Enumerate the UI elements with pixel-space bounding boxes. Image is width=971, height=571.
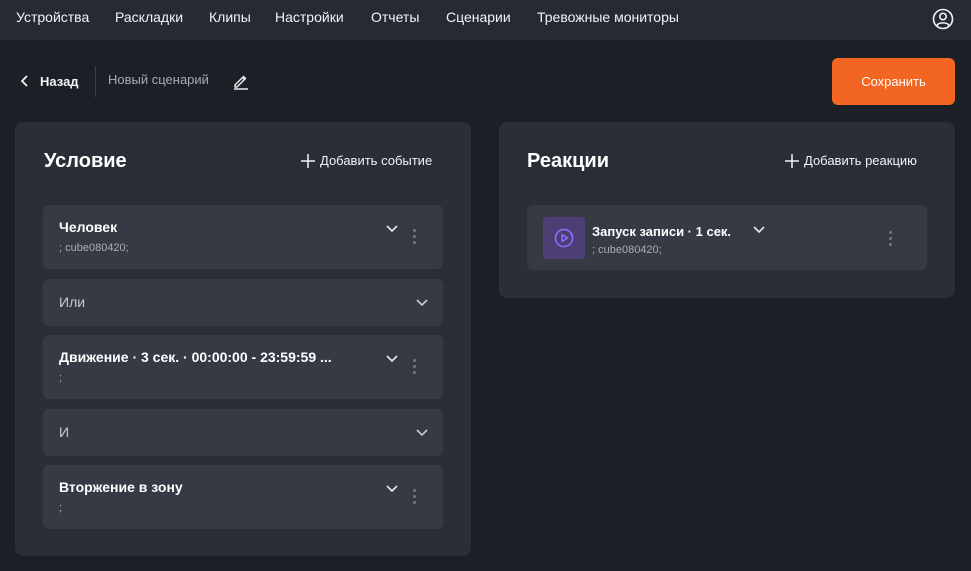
condition-card-title: Вторжение в зону: [59, 479, 183, 495]
plus-icon: [785, 153, 799, 168]
add-reaction-label: Добавить реакцию: [804, 153, 917, 168]
condition-card-subtitle: ;: [59, 372, 63, 384]
add-reaction-button[interactable]: Добавить реакцию: [785, 153, 917, 168]
operator-card-and[interactable]: И: [43, 409, 443, 456]
operator-card-or[interactable]: Или: [43, 279, 443, 326]
nav-item-settings[interactable]: Настройки: [275, 9, 344, 25]
add-event-button[interactable]: Добавить событие: [301, 153, 432, 168]
more-options-icon[interactable]: [413, 489, 417, 505]
more-options-icon[interactable]: [413, 229, 417, 245]
condition-card-motion[interactable]: Движение · 3 сек. · 00:00:00 - 23:59:59 …: [43, 335, 443, 399]
nav-item-clips[interactable]: Клипы: [209, 9, 251, 25]
reaction-card-start-recording[interactable]: Запуск записи · 1 сек. ; cube080420;: [527, 205, 927, 270]
condition-card-zone-intrusion[interactable]: Вторжение в зону ;: [43, 465, 443, 529]
chevron-down-icon[interactable]: [416, 299, 428, 307]
pencil-icon[interactable]: [232, 72, 250, 90]
chevron-down-icon[interactable]: [386, 225, 398, 233]
condition-card-title: Человек: [59, 219, 118, 235]
account-icon[interactable]: [932, 8, 954, 30]
more-options-icon[interactable]: [889, 231, 893, 247]
reaction-card-subtitle: ; cube080420;: [592, 244, 662, 256]
nav-item-alarm-monitors[interactable]: Тревожные мониторы: [537, 9, 679, 25]
back-button[interactable]: Назад: [20, 72, 79, 90]
chevron-left-icon: [20, 75, 28, 87]
condition-card-person[interactable]: Человек ; cube080420;: [43, 205, 443, 269]
nav-item-scenarios[interactable]: Сценарии: [446, 9, 511, 25]
save-button[interactable]: Сохранить: [832, 58, 955, 105]
reactions-panel: Реакции Добавить реакцию Запуск записи ·…: [499, 122, 955, 298]
chevron-down-icon[interactable]: [416, 429, 428, 437]
condition-card-title: Движение · 3 сек. · 00:00:00 - 23:59:59 …: [59, 349, 332, 365]
nav-item-layouts[interactable]: Раскладки: [115, 9, 183, 25]
condition-card-subtitle: ;: [59, 502, 63, 514]
reaction-icon-tile: [543, 217, 585, 259]
more-options-icon[interactable]: [413, 359, 417, 375]
add-event-label: Добавить событие: [320, 153, 433, 168]
scenario-name: Новый сценарий: [108, 72, 209, 87]
condition-card-subtitle: ; cube080420;: [59, 242, 129, 254]
nav-item-devices[interactable]: Устройства: [16, 9, 89, 25]
operator-label: И: [59, 424, 70, 440]
nav-item-reports[interactable]: Отчеты: [371, 9, 419, 25]
top-nav: Устройства Раскладки Клипы Настройки Отч…: [0, 0, 971, 40]
header-divider: [95, 66, 96, 97]
plus-icon: [301, 153, 315, 168]
chevron-down-icon[interactable]: [386, 355, 398, 363]
back-label: Назад: [40, 73, 79, 89]
play-circle-icon: [554, 228, 574, 248]
condition-panel: Условие Добавить событие Человек ; cube0…: [15, 122, 471, 556]
operator-label: Или: [59, 294, 86, 310]
reactions-title: Реакции: [527, 150, 609, 172]
chevron-down-icon[interactable]: [386, 485, 398, 493]
condition-title: Условие: [44, 150, 127, 172]
chevron-down-icon[interactable]: [753, 226, 765, 234]
reaction-card-title: Запуск записи · 1 сек.: [592, 224, 732, 239]
